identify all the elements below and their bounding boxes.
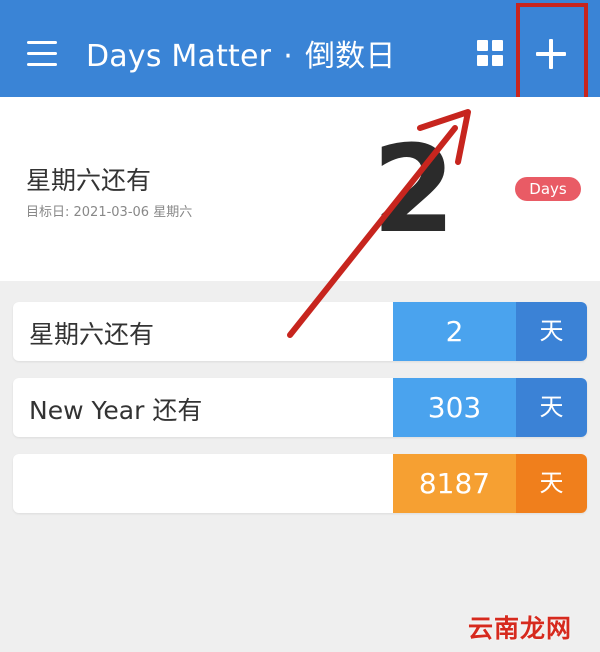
app-title: Days Matter · 倒数日: [86, 31, 396, 75]
top-app-bar: Days Matter · 倒数日: [0, 0, 600, 97]
app-title-text: Days Matter: [86, 39, 272, 74]
event-days: 303: [393, 378, 516, 437]
event-row[interactable]: New Year 还有 303 天: [13, 378, 587, 437]
grid-view-button[interactable]: [477, 40, 505, 68]
event-days: 2: [393, 302, 516, 361]
days-badge: Days: [515, 177, 581, 201]
event-row[interactable]: 星期六还有 2 天: [13, 302, 587, 361]
watermark: 云南龙网: [468, 614, 573, 643]
grid-view-icon: [477, 40, 488, 51]
featured-event-target-date: 目标日: 2021-03-06 星期六: [26, 205, 193, 220]
event-row[interactable]: 8187 天: [13, 454, 587, 513]
hamburger-menu-icon: [27, 41, 57, 44]
event-unit: 天: [516, 378, 587, 437]
event-unit: 天: [516, 454, 587, 513]
menu-button[interactable]: [22, 38, 62, 72]
event-unit: 天: [516, 302, 587, 361]
event-label: New Year 还有: [29, 396, 203, 425]
featured-days-count: 2: [372, 121, 456, 260]
title-separator: ·: [283, 39, 293, 74]
event-label: 星期六还有: [29, 320, 155, 349]
featured-event-title: 星期六还有: [26, 166, 152, 195]
highlight-box: [516, 3, 588, 102]
event-days: 8187: [393, 454, 516, 513]
featured-event-card[interactable]: 星期六还有 目标日: 2021-03-06 星期六 2 Days: [0, 97, 600, 281]
app-subtitle: 倒数日: [304, 39, 396, 74]
